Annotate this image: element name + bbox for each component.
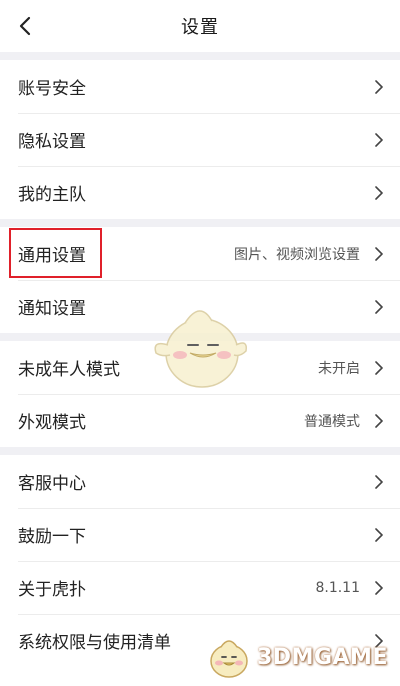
chevron-right-icon [374, 474, 384, 490]
row-label: 账号安全 [18, 79, 86, 99]
chevron-right-icon [374, 299, 384, 315]
chevron-right-icon [374, 413, 384, 429]
app-version: 8.1.11 [315, 579, 360, 596]
chevron-left-icon [19, 16, 31, 36]
chevron-right-icon [374, 246, 384, 262]
watermark: 3DMGAME [205, 628, 400, 686]
row-label: 隐私设置 [18, 132, 86, 152]
row-label: 我的主队 [18, 185, 86, 205]
row-label: 外观模式 [18, 413, 86, 433]
chevron-right-icon [374, 79, 384, 95]
chevron-right-icon [374, 580, 384, 596]
back-button[interactable] [12, 12, 38, 40]
top-bar: 设置 [0, 0, 400, 52]
settings-row-general[interactable]: 通用设置 图片、视频浏览设置 [0, 227, 400, 280]
row-label: 通用设置 [18, 246, 86, 266]
row-value: 普通模式 [304, 413, 360, 430]
settings-row-rate-app[interactable]: 鼓励一下 [0, 508, 400, 561]
group-gap [0, 219, 400, 227]
row-label: 客服中心 [18, 474, 86, 494]
row-value: 未开启 [318, 360, 360, 377]
row-label: 鼓励一下 [18, 527, 86, 547]
chevron-right-icon [374, 527, 384, 543]
row-label: 关于虎扑 [18, 580, 86, 600]
group-gap [0, 447, 400, 455]
mascot-watermark-icon [150, 295, 250, 395]
group-gap [0, 52, 400, 60]
settings-row-about[interactable]: 关于虎扑 8.1.11 [0, 561, 400, 614]
chevron-right-icon [374, 185, 384, 201]
watermark-text: 3DMGAME [257, 644, 388, 670]
duck-logo-icon [210, 640, 248, 678]
settings-group-account: 账号安全 隐私设置 我的主队 [0, 60, 400, 219]
page-title: 设置 [181, 17, 219, 38]
settings-row-account-security[interactable]: 账号安全 [0, 60, 400, 113]
chevron-right-icon [374, 360, 384, 376]
settings-row-privacy[interactable]: 隐私设置 [0, 113, 400, 166]
settings-row-appearance[interactable]: 外观模式 普通模式 [0, 394, 400, 447]
row-value: 图片、视频浏览设置 [234, 246, 360, 263]
settings-row-customer-service[interactable]: 客服中心 [0, 455, 400, 508]
chevron-right-icon [374, 132, 384, 148]
settings-row-home-team[interactable]: 我的主队 [0, 166, 400, 219]
